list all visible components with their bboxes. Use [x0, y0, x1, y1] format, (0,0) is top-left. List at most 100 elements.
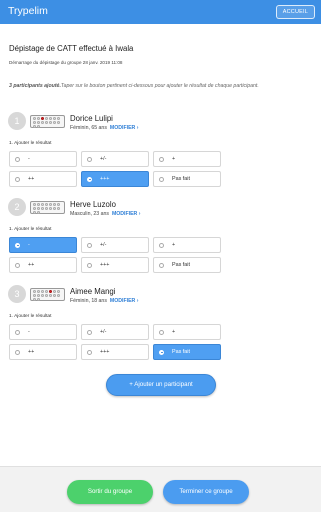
result-option[interactable]: ++ — [9, 171, 77, 187]
radio-icon — [87, 242, 92, 248]
catt-card-well — [41, 121, 44, 124]
modify-participant-link[interactable]: MODIFIER › — [112, 211, 141, 217]
catt-card-well — [49, 294, 52, 297]
catt-card-well — [53, 207, 56, 210]
catt-card-well — [57, 117, 60, 120]
catt-card-well — [33, 207, 36, 210]
result-option[interactable]: - — [9, 324, 77, 340]
catt-card-well — [37, 294, 40, 297]
result-option-label: ++ — [28, 349, 35, 355]
catt-card-well — [53, 117, 56, 120]
catt-card-well — [41, 294, 44, 297]
catt-card-well — [45, 121, 48, 124]
finish-group-button[interactable]: Terminer ce groupe — [163, 480, 249, 504]
catt-card-well — [37, 117, 40, 120]
result-option[interactable]: + — [153, 324, 221, 340]
catt-card-well — [57, 207, 60, 210]
participant-name: Aimee Mangi — [70, 287, 116, 296]
catt-card-well — [41, 290, 44, 293]
result-option-label: +++ — [100, 262, 110, 268]
result-option-label: ++ — [28, 262, 35, 268]
result-option[interactable]: - — [9, 151, 77, 167]
exit-group-button[interactable]: Sortir du groupe — [67, 480, 153, 504]
result-label: 1. Ajouter le résultat — [9, 141, 52, 146]
catt-card-well — [45, 207, 48, 210]
catt-card-well — [57, 203, 60, 206]
add-participant-button[interactable]: + Ajouter un participant — [106, 374, 216, 396]
result-option[interactable]: +/- — [81, 324, 149, 340]
catt-card-well — [45, 117, 48, 120]
radio-icon — [159, 242, 164, 248]
page-title: Dépistage de CATT effectué à Iwala — [9, 44, 134, 53]
participant-number: 2 — [8, 198, 26, 216]
catt-card-well — [57, 294, 60, 297]
participant-details: Féminin, 18 ans — [70, 298, 107, 304]
catt-card-well — [45, 290, 48, 293]
catt-card-well — [37, 290, 40, 293]
catt-card-well — [33, 203, 36, 206]
result-option-label: +/- — [100, 156, 107, 162]
catt-card-icon — [30, 115, 65, 128]
radio-icon — [159, 262, 164, 268]
result-option[interactable]: Pas fait — [153, 257, 221, 273]
radio-icon — [87, 176, 92, 182]
catt-card-well — [37, 125, 40, 128]
instruction-text: 3 participants ajouté.Taper sur le bouto… — [9, 82, 309, 90]
instruction-body: Taper sur le bouton pertinent ci-dessous… — [60, 83, 259, 89]
radio-icon — [87, 349, 92, 355]
result-option[interactable]: Pas fait — [153, 171, 221, 187]
catt-card-icon — [30, 201, 65, 214]
result-option[interactable]: + — [153, 237, 221, 253]
catt-card-well — [37, 203, 40, 206]
radio-icon — [159, 156, 164, 162]
catt-card-well — [33, 290, 36, 293]
radio-icon — [15, 349, 20, 355]
result-option[interactable]: +++ — [81, 344, 149, 360]
result-option[interactable]: +++ — [81, 257, 149, 273]
catt-card-well — [33, 211, 36, 214]
result-option[interactable]: + — [153, 151, 221, 167]
result-option-label: ++ — [28, 176, 35, 182]
result-option-label: Pas fait — [172, 262, 190, 268]
catt-card-well — [45, 203, 48, 206]
catt-card-well — [33, 294, 36, 297]
catt-card-well — [49, 207, 52, 210]
modify-participant-link[interactable]: MODIFIER › — [110, 298, 139, 304]
participant-details: Féminin, 65 ans — [70, 125, 107, 131]
result-option-label: +++ — [100, 176, 110, 182]
catt-card-well — [49, 117, 52, 120]
result-option-label: Pas fait — [172, 176, 190, 182]
catt-card-well — [49, 203, 52, 206]
result-option-label: + — [172, 329, 176, 335]
result-option[interactable]: ++ — [9, 344, 77, 360]
catt-card-well — [33, 117, 36, 120]
result-option[interactable]: Pas fait — [153, 344, 221, 360]
bottom-action-bar: Sortir du groupe Terminer ce groupe — [0, 466, 321, 512]
result-option-label: + — [172, 242, 176, 248]
result-option[interactable]: ++ — [9, 257, 77, 273]
result-option-label: + — [172, 156, 176, 162]
result-option[interactable]: +++ — [81, 171, 149, 187]
radio-icon — [159, 349, 164, 355]
catt-card-well — [37, 211, 40, 214]
modify-participant-link[interactable]: MODIFIER › — [110, 125, 139, 131]
catt-card-well — [41, 203, 44, 206]
radio-icon — [159, 176, 164, 182]
result-option[interactable]: +/- — [81, 151, 149, 167]
catt-card-well — [49, 121, 52, 124]
radio-icon — [87, 156, 92, 162]
participant-info: Féminin, 65 ans MODIFIER › — [70, 125, 138, 131]
participant-number: 3 — [8, 285, 26, 303]
catt-card-well — [37, 207, 40, 210]
participant-number: 1 — [8, 112, 26, 130]
result-option-label: - — [28, 242, 30, 248]
result-option[interactable]: +/- — [81, 237, 149, 253]
participant-name: Dorice Lulipi — [70, 114, 113, 123]
catt-card-icon — [30, 288, 65, 301]
radio-icon — [87, 262, 92, 268]
catt-card-well — [49, 290, 52, 293]
result-option[interactable]: - — [9, 237, 77, 253]
home-button[interactable]: ACCUEIL — [275, 5, 315, 19]
catt-card-well — [53, 290, 56, 293]
participant-info: Masculin, 23 ans MODIFIER › — [70, 211, 140, 217]
